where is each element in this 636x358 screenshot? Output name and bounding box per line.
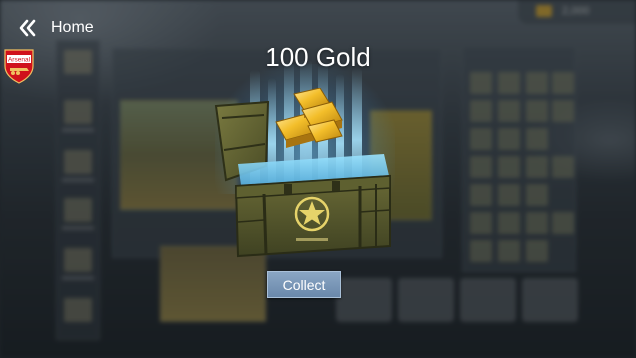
back-button[interactable] <box>16 17 40 39</box>
gold-bars-icon <box>275 87 343 148</box>
home-label[interactable]: Home <box>51 19 94 37</box>
military-crate-icon <box>208 87 398 260</box>
double-chevron-left-icon <box>19 19 36 37</box>
collect-button[interactable]: Collect <box>267 271 341 298</box>
